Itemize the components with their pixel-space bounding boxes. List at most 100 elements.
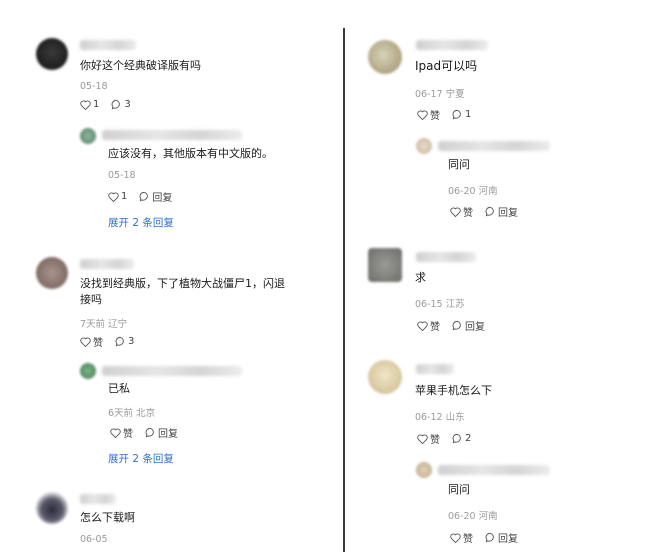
reply-button[interactable]: 回复: [145, 425, 178, 440]
comment-text: 求: [415, 271, 426, 284]
reply-actions: 赞 回复: [450, 204, 530, 219]
comment-date: 06-05: [80, 534, 108, 545]
like-label: 赞: [463, 534, 473, 545]
comment-bubble-icon: [452, 109, 461, 120]
like-button[interactable]: 赞: [80, 334, 103, 349]
username-blurred[interactable]: [80, 40, 136, 50]
username-blurred[interactable]: [438, 141, 550, 151]
like-button[interactable]: 1: [80, 99, 99, 110]
reply-button[interactable]: 回复: [485, 204, 518, 219]
comment-actions: 赞 回复: [417, 318, 497, 333]
avatar[interactable]: [416, 138, 432, 154]
expand-replies-link[interactable]: 展开 2 条回复: [108, 451, 174, 466]
comment-count: 3: [124, 99, 131, 110]
comment-bubble-icon: [452, 320, 461, 331]
reply-actions: 赞 回复: [450, 530, 530, 545]
comment-text-line-2: 接吗: [80, 293, 102, 306]
comment-bubble-icon: [115, 336, 124, 347]
comment-count: 3: [128, 336, 135, 347]
heart-icon: [110, 427, 121, 438]
reply-count-button[interactable]: 3: [115, 336, 134, 347]
comment-meta: 06-15 江苏: [415, 299, 465, 310]
like-label: 赞: [93, 338, 103, 349]
reply-count-button[interactable]: 3: [111, 99, 131, 110]
like-button[interactable]: 赞: [450, 530, 473, 545]
like-button[interactable]: 赞: [417, 318, 440, 333]
comment-meta: 06-17 宁夏: [415, 89, 465, 100]
reply-count-button[interactable]: 1: [452, 109, 471, 120]
username-blurred[interactable]: [80, 259, 134, 269]
like-label: 赞: [123, 429, 133, 440]
heart-icon: [417, 109, 428, 120]
reply-text: 同问: [448, 483, 470, 496]
like-button[interactable]: 赞: [110, 425, 133, 440]
like-label: 赞: [430, 435, 440, 446]
comment-bubble-icon: [145, 427, 154, 438]
reply-text: 同问: [448, 158, 470, 171]
comment-actions: 赞 2: [417, 431, 483, 446]
reply-count-button[interactable]: 2: [452, 433, 471, 444]
reply-meta: 06-20 河南: [448, 511, 498, 522]
reply-label: 回复: [158, 429, 178, 440]
reply-date: 05-18: [108, 170, 136, 181]
comment-actions: 赞 1: [417, 107, 483, 122]
expand-replies-link[interactable]: 展开 2 条回复: [108, 215, 174, 230]
like-button[interactable]: 1: [108, 191, 127, 202]
avatar[interactable]: [80, 128, 96, 144]
like-count: 1: [93, 99, 100, 110]
username-blurred[interactable]: [102, 130, 242, 140]
reply-label: 回复: [498, 208, 518, 219]
comment-text: 苹果手机怎么下: [415, 384, 492, 397]
comment-count: 2: [465, 433, 472, 444]
reply-label: 回复: [465, 322, 485, 333]
comment-bubble-icon: [485, 532, 494, 543]
heart-icon: [450, 532, 461, 543]
like-button[interactable]: 赞: [417, 431, 440, 446]
comment-actions: 赞 3: [80, 334, 146, 349]
like-button[interactable]: 赞: [450, 204, 473, 219]
avatar[interactable]: [36, 38, 68, 70]
like-count: 1: [121, 191, 128, 202]
comment-text-line-1: 没找到经典版，下了植物大战僵尸1，闪退: [80, 277, 285, 290]
reply-text: 已私: [108, 382, 130, 395]
heart-icon: [417, 320, 428, 331]
reply-actions: 赞 回复: [110, 425, 190, 440]
username-blurred[interactable]: [416, 252, 476, 262]
comment-count: 1: [465, 109, 472, 120]
column-divider: [343, 28, 345, 552]
reply-label: 回复: [152, 193, 173, 204]
comment-text: Ipad可以吗: [415, 59, 478, 73]
avatar[interactable]: [368, 40, 402, 74]
avatar[interactable]: [368, 360, 402, 394]
like-button[interactable]: 赞: [417, 107, 440, 122]
avatar[interactable]: [36, 257, 68, 289]
comment-bubble-icon: [111, 99, 121, 110]
comment-text: 你好这个经典破译版有吗: [80, 59, 201, 72]
username-blurred[interactable]: [438, 465, 550, 475]
comment-bubble-icon: [452, 433, 461, 444]
comment-text: 怎么下载啊: [80, 511, 135, 524]
username-blurred[interactable]: [416, 364, 454, 374]
reply-button[interactable]: 回复: [139, 189, 172, 204]
username-blurred[interactable]: [102, 366, 242, 376]
avatar[interactable]: [36, 492, 68, 524]
heart-icon: [80, 99, 91, 110]
heart-icon: [80, 336, 91, 347]
avatar[interactable]: [416, 462, 432, 478]
reply-label: 回复: [498, 534, 518, 545]
reply-meta: 6天前 北京: [108, 408, 156, 419]
reply-button[interactable]: 回复: [485, 530, 518, 545]
heart-icon: [417, 433, 428, 444]
username-blurred[interactable]: [80, 494, 116, 504]
like-label: 赞: [463, 208, 473, 219]
heart-icon: [108, 191, 119, 202]
avatar[interactable]: [368, 248, 402, 282]
like-label: 赞: [430, 322, 440, 333]
like-label: 赞: [430, 111, 440, 122]
avatar[interactable]: [80, 363, 96, 379]
username-blurred[interactable]: [416, 40, 488, 50]
reply-actions: 1 回复: [108, 189, 184, 204]
comment-bubble-icon: [485, 206, 494, 217]
reply-meta: 06-20 河南: [448, 186, 498, 197]
reply-button[interactable]: 回复: [452, 318, 485, 333]
